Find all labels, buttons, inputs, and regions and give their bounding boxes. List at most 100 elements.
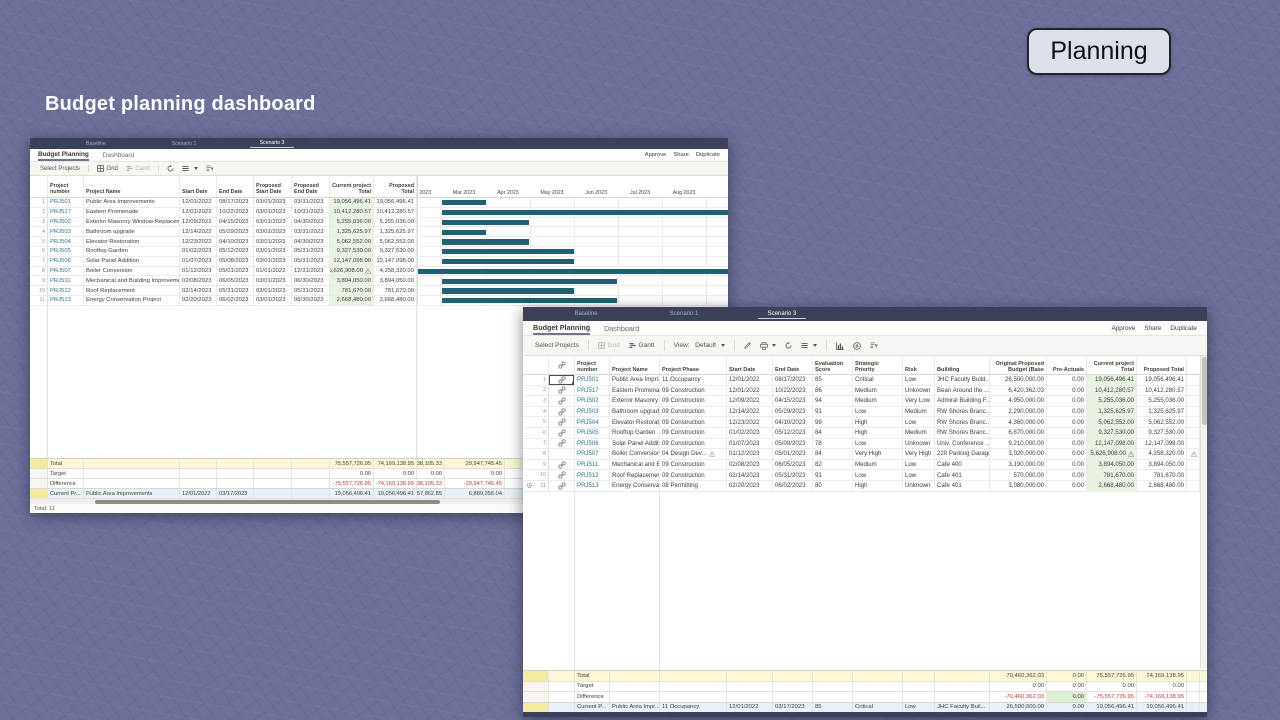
cell-proposed-total[interactable]: 12,147,098.00 (1137, 439, 1187, 449)
gantt-bar[interactable] (442, 279, 617, 284)
grid-view-button[interactable]: Grid (97, 165, 118, 172)
cell-link[interactable] (549, 407, 575, 417)
row-number[interactable]: 8 (30, 267, 48, 276)
row-number[interactable]: 6 (523, 428, 549, 438)
cell-end-date[interactable]: 04/15/2023 (217, 218, 254, 227)
cell-current-project-total[interactable]: 5,626,908.00 (330, 267, 374, 276)
cell-building[interactable]: JHC Faculty Build... (935, 375, 990, 385)
column-header-project-name[interactable]: Project Name (610, 356, 660, 374)
cell-project-name[interactable]: Eastern Promenade (84, 208, 180, 217)
cell-strategic-priority[interactable]: Low (853, 439, 903, 449)
cell-project-number[interactable]: PRJ512 (48, 286, 84, 295)
cell-building[interactable]: Cafe 401 (935, 470, 990, 480)
cell-end-date[interactable]: 10/22/2023 (773, 386, 813, 396)
cell-proposed-start-date[interactable]: 03/01/2023 (254, 237, 292, 246)
cell-end-date[interactable]: 08/17/2023 (217, 198, 254, 207)
cell-current-project-total[interactable]: 1,325,625.97 (1087, 407, 1137, 417)
row-number[interactable]: 9 (523, 460, 549, 470)
cell-current-project-total[interactable]: 2,668,480.00 (330, 296, 374, 305)
cell-project-number[interactable]: PRJ503 (48, 227, 84, 236)
row-menu-button[interactable] (182, 165, 198, 172)
cell-pre-actuals[interactable]: 0.00 (1047, 375, 1087, 385)
gantt-view-button[interactable]: Gantt (629, 342, 655, 349)
row-number[interactable]: 7 (523, 439, 549, 449)
cell-current-project-total[interactable]: 19,056,496.41 (1087, 375, 1137, 385)
module-tab-budget-planning[interactable]: Budget Planning (533, 321, 590, 335)
cell-proposed-total[interactable]: 10,412,280.57 (1137, 386, 1187, 396)
column-header-end-date[interactable]: End Date (773, 356, 813, 374)
cell-proposed-start-date[interactable]: 03/01/2023 (254, 218, 292, 227)
cell-end-date[interactable]: 05/29/2023 (773, 407, 813, 417)
select-projects-button[interactable]: Select Projects (40, 166, 80, 172)
cell-project-number[interactable]: PRJ502 (575, 396, 610, 406)
cell-project-phase[interactable]: 09 Construction (660, 470, 727, 480)
cell-clipped[interactable] (1187, 428, 1200, 438)
cell-project-number[interactable]: PRJ501 (575, 375, 610, 385)
cell-link[interactable] (549, 470, 575, 480)
cell-project-name[interactable]: Rooftop Garden (84, 247, 180, 256)
cell-proposed-end-date[interactable]: 05/31/2023 (292, 247, 330, 256)
cell-project-name[interactable]: Bathroom upgrade (610, 407, 660, 417)
cell-proposed-total[interactable]: 1,325,625.97 (1137, 407, 1187, 417)
cell-proposed-end-date[interactable]: 06/30/2023 (292, 296, 330, 305)
row-number[interactable]: 10 (30, 286, 48, 295)
cell-proposed-start-date[interactable]: 03/01/2023 (254, 257, 292, 266)
refresh-button[interactable] (785, 342, 792, 349)
cell-project-number[interactable]: PRJ506 (575, 439, 610, 449)
cell-risk[interactable]: Very Low (903, 396, 935, 406)
cell-project-phase[interactable]: 09 Construction (660, 407, 727, 417)
gantt-bar[interactable] (442, 259, 574, 264)
cell-current-project-total[interactable]: 10,412,280.57 (1087, 386, 1137, 396)
cell-clipped[interactable] (1187, 460, 1200, 470)
cell-current-project-total[interactable]: 5,626,908.00 (1087, 449, 1137, 459)
column-header-current-project-total[interactable]: Current project Total (330, 176, 374, 197)
cell-proposed-end-date[interactable]: 04/30/2023 (292, 218, 330, 227)
grid-view-button[interactable]: Grid (598, 342, 620, 349)
module-tab-dashboard[interactable]: Dashboard (103, 149, 134, 161)
cell-original-proposed-budget[interactable]: 4,360,000.00 (990, 417, 1047, 427)
cell-clipped[interactable] (1187, 449, 1200, 459)
column-header-end-date[interactable]: End Date (217, 176, 254, 197)
cell-evaluation-score[interactable]: 91 (813, 407, 853, 417)
row-number[interactable]: 11 (30, 296, 48, 305)
cell-pre-actuals[interactable]: 0.00 (1047, 439, 1087, 449)
module-tab-dashboard[interactable]: Dashboard (604, 321, 639, 335)
cell-project-number[interactable]: PRJ511 (575, 460, 610, 470)
cell-proposed-total[interactable]: 2,668,480.00 (1137, 481, 1187, 491)
cell-proposed-end-date[interactable]: 03/31/2023 (292, 227, 330, 236)
cell-project-number[interactable]: PRJ512 (575, 470, 610, 480)
row-number[interactable]: 7 (30, 257, 48, 266)
cell-risk[interactable]: Medium (903, 407, 935, 417)
cell-project-phase[interactable]: 09 Construction (660, 439, 727, 449)
cell-current-project-total[interactable]: 5,255,036.00 (1087, 396, 1137, 406)
cell-building[interactable]: Cafe 400 (935, 460, 990, 470)
cell-original-proposed-budget[interactable]: 3,190,000.00 (990, 460, 1047, 470)
cell-evaluation-score[interactable]: 86 (813, 386, 853, 396)
cell-proposed-start-date[interactable]: 01/01/2022 (254, 267, 292, 276)
cell-original-proposed-budget[interactable]: 26,500,000.00 (990, 375, 1047, 385)
column-header-start-date[interactable]: Start Date (727, 356, 773, 374)
cell-current-project-total[interactable]: 2,668,480.00 (1087, 481, 1137, 491)
cell-risk[interactable]: Unknown (903, 439, 935, 449)
cell-current-project-total[interactable]: 5,062,552.00 (330, 237, 374, 246)
cell-end-date[interactable]: 04/10/2023 (217, 237, 254, 246)
cell-pre-actuals[interactable]: 0.00 (1047, 396, 1087, 406)
cell-project-number[interactable]: PRJ505 (48, 247, 84, 256)
cell-evaluation-score[interactable]: 84 (813, 449, 853, 459)
cell-pre-actuals[interactable]: 0.00 (1047, 460, 1087, 470)
cell-risk[interactable]: Low (903, 375, 935, 385)
cell-building[interactable]: 220 Parking Garage (935, 449, 990, 459)
cell-clipped[interactable] (1187, 396, 1200, 406)
cell-current-project-total[interactable]: 3,894,050.00 (1087, 460, 1137, 470)
cell-project-phase[interactable]: 09 Construction (660, 428, 727, 438)
edit-button[interactable] (744, 342, 751, 349)
cell-pre-actuals[interactable]: 0.00 (1047, 407, 1087, 417)
cell-end-date[interactable]: 05/12/2023 (217, 247, 254, 256)
cell-link[interactable] (549, 375, 575, 385)
column-header-project-number[interactable]: Project number (575, 356, 610, 374)
cell-proposed-total[interactable]: 9,327,530.00 (374, 247, 417, 256)
cell-project-phase[interactable]: 09 Construction (660, 386, 727, 396)
column-header-building[interactable]: Building (935, 356, 990, 374)
cell-project-name[interactable]: Boiler Conversion (610, 449, 660, 459)
cell-evaluation-score[interactable]: 85 (813, 375, 853, 385)
